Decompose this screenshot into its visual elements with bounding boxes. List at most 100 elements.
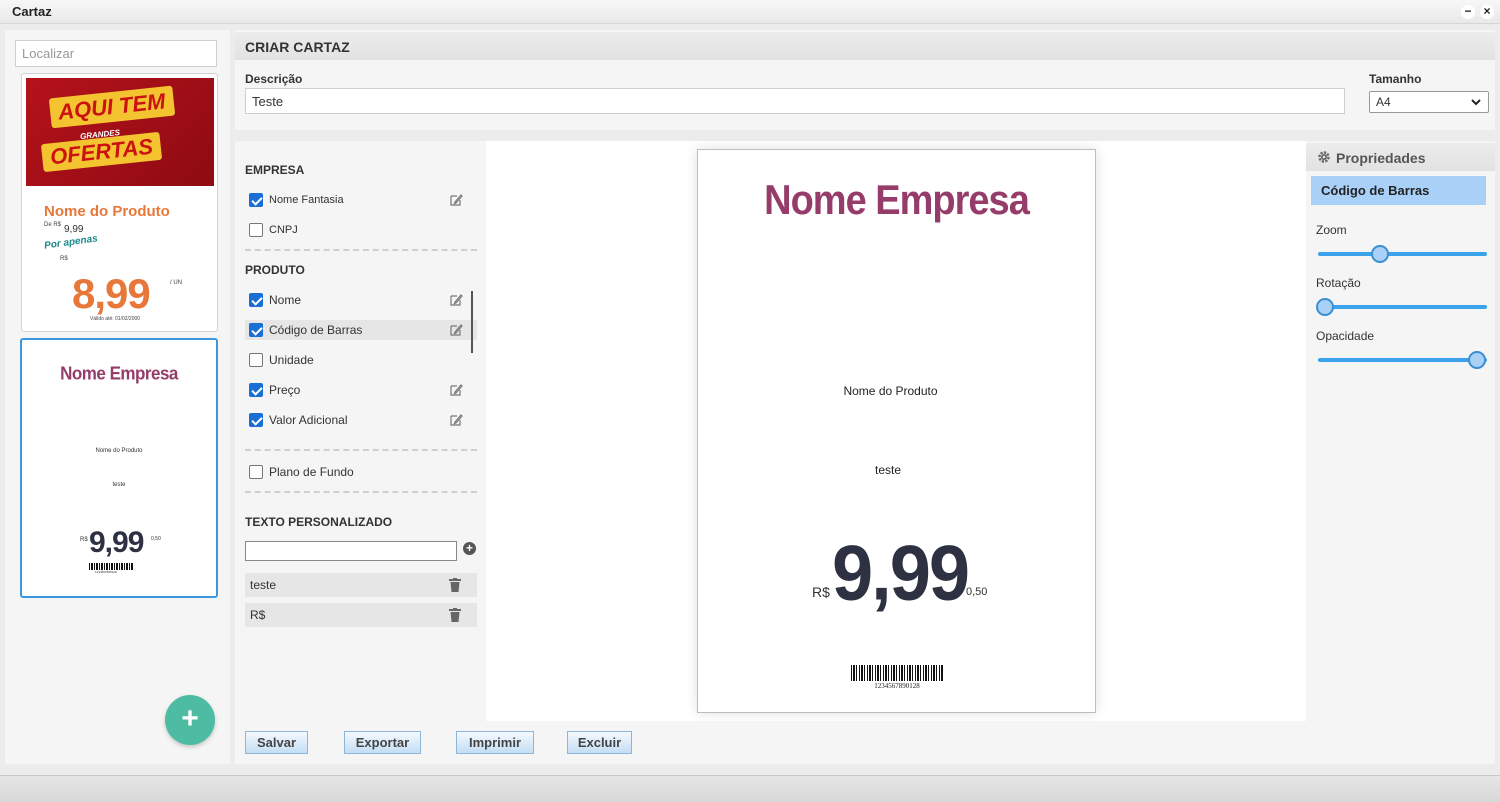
promo-banner-image: AQUI TEM GRANDES OFERTAS — [26, 78, 214, 186]
poster-currency[interactable]: R$ — [812, 584, 830, 600]
thumb-currency: R$ — [80, 537, 88, 543]
export-button[interactable]: Exportar — [344, 731, 421, 754]
selected-element: Código de Barras — [1311, 176, 1486, 205]
option-label: Unidade — [269, 353, 314, 367]
trash-icon[interactable] — [449, 608, 461, 622]
option-label: Código de Barras — [269, 323, 363, 337]
option-preco[interactable]: Preço — [245, 380, 477, 400]
trash-icon[interactable] — [449, 578, 461, 592]
poster-barcode[interactable] — [851, 665, 943, 681]
option-nome-fantasia[interactable]: Nome Fantasia — [245, 190, 477, 210]
template-thumbnail-selected[interactable]: Nome Empresa Nome do Produto teste R$ 9,… — [20, 338, 218, 598]
gear-icon — [1318, 151, 1330, 163]
custom-text-item[interactable]: R$ — [245, 603, 477, 627]
poster-additional-value[interactable]: 0,50 — [966, 586, 987, 598]
status-bar — [0, 775, 1500, 802]
thumb-barcode — [89, 563, 133, 570]
section-divider — [245, 249, 477, 251]
rotation-slider-thumb[interactable] — [1316, 298, 1334, 316]
size-label: Tamanho — [1369, 72, 1422, 86]
poster-preview[interactable]: Nome Empresa Nome do Produto teste R$ 9,… — [697, 149, 1096, 713]
empresa-section-title: EMPRESA — [245, 163, 305, 177]
option-codigo-de-barras[interactable]: Código de Barras — [245, 320, 477, 340]
thumb-por-apenas: Por apenas — [43, 233, 99, 252]
size-select-value: A4 — [1376, 95, 1391, 109]
thumb-currency: R$ — [60, 256, 68, 262]
delete-button[interactable]: Excluir — [567, 731, 632, 754]
custom-text-label: teste — [250, 578, 277, 592]
custom-text-item[interactable]: teste — [245, 573, 477, 597]
option-unidade[interactable]: Unidade — [245, 350, 477, 370]
template-thumbnail-promo[interactable]: AQUI TEM GRANDES OFERTAS Nome do Produto… — [21, 73, 218, 332]
poster-product-name[interactable]: Nome do Produto — [698, 384, 1083, 398]
selected-element-label: Código de Barras — [1321, 183, 1430, 198]
thumb-unit: / UN — [170, 280, 182, 286]
add-custom-text-icon[interactable]: + — [463, 542, 476, 555]
chevron-down-icon — [1471, 99, 1481, 106]
option-label: Nome Fantasia — [269, 194, 344, 206]
option-valor-adicional[interactable]: Valor Adicional — [245, 410, 477, 430]
thumb-price: 9,99 — [89, 526, 144, 559]
option-plano-de-fundo[interactable]: Plano de Fundo — [245, 462, 477, 482]
window-titlebar: Cartaz − × — [0, 0, 1500, 24]
promo-text-line3: OFERTAS — [40, 131, 163, 173]
option-label: Valor Adicional — [269, 413, 348, 427]
add-template-button[interactable]: + — [165, 695, 215, 745]
rotation-slider[interactable] — [1316, 298, 1487, 316]
print-button[interactable]: Imprimir — [456, 731, 534, 754]
section-divider — [245, 491, 477, 493]
header-bar: CRIAR CARTAZ — [235, 32, 1495, 60]
poster-canvas: Nome Empresa Nome do Produto teste R$ 9,… — [486, 141, 1306, 721]
opacity-slider-thumb[interactable] — [1468, 351, 1486, 369]
option-label: CNPJ — [269, 224, 298, 236]
unidade-checkbox[interactable] — [249, 353, 263, 367]
nome-checkbox[interactable] — [249, 293, 263, 307]
minimize-icon[interactable]: − — [1461, 5, 1475, 19]
custom-text-label: R$ — [250, 608, 266, 622]
thumb-custom-text: teste — [112, 482, 126, 488]
edit-icon[interactable] — [449, 193, 463, 207]
close-icon[interactable]: × — [1480, 5, 1494, 19]
form-header: CRIAR CARTAZ Descrição Tamanho A4 — [235, 30, 1495, 130]
custom-text-input[interactable] — [245, 541, 457, 561]
option-nome[interactable]: Nome — [245, 290, 477, 310]
edit-icon[interactable] — [449, 323, 463, 337]
description-label: Descrição — [245, 72, 303, 86]
scrollbar-thumb[interactable] — [471, 291, 473, 353]
edit-icon[interactable] — [449, 413, 463, 427]
poster-price[interactable]: 9,99 — [832, 528, 970, 617]
window-title: Cartaz — [12, 4, 52, 19]
option-cnpj[interactable]: CNPJ — [245, 220, 477, 240]
produto-section-title: PRODUTO — [245, 263, 305, 277]
properties-header: Propriedades — [1306, 143, 1495, 171]
thumb-de-label: De R$ — [44, 222, 62, 228]
size-select[interactable]: A4 — [1369, 91, 1489, 113]
section-divider — [245, 449, 477, 451]
valor-adicional-checkbox[interactable] — [249, 413, 263, 427]
zoom-slider-thumb[interactable] — [1371, 245, 1389, 263]
cnpj-checkbox[interactable] — [249, 223, 263, 237]
poster-company-name[interactable]: Nome Empresa — [698, 178, 1095, 225]
edit-icon[interactable] — [449, 383, 463, 397]
edit-icon[interactable] — [449, 293, 463, 307]
element-options-panel: EMPRESA Nome Fantasia CNPJ PRODUTO Nome … — [235, 141, 486, 721]
description-input[interactable] — [245, 88, 1345, 114]
thumb-barcode-number: 1234567890128 — [95, 570, 117, 574]
option-label: Nome — [269, 293, 302, 307]
zoom-slider[interactable] — [1318, 245, 1487, 263]
poster-barcode-number: 1234567890128 — [874, 682, 920, 690]
zoom-label: Zoom — [1316, 223, 1347, 237]
thumb-product-name: Nome do Produto — [95, 448, 143, 454]
opacity-slider[interactable] — [1318, 351, 1487, 369]
poster-custom-text[interactable]: teste — [698, 463, 1078, 477]
codigo-de-barras-checkbox[interactable] — [249, 323, 263, 337]
plano-de-fundo-checkbox[interactable] — [249, 465, 263, 479]
thumb-product-name: Nome do Produto — [44, 203, 170, 220]
rotation-label: Rotação — [1316, 276, 1361, 290]
nome-fantasia-checkbox[interactable] — [249, 193, 263, 207]
search-input[interactable] — [15, 40, 217, 67]
opacity-label: Opacidade — [1316, 329, 1375, 343]
save-button[interactable]: Salvar — [245, 731, 308, 754]
preco-checkbox[interactable] — [249, 383, 263, 397]
thumb-old-price: 9,99 — [64, 224, 84, 235]
